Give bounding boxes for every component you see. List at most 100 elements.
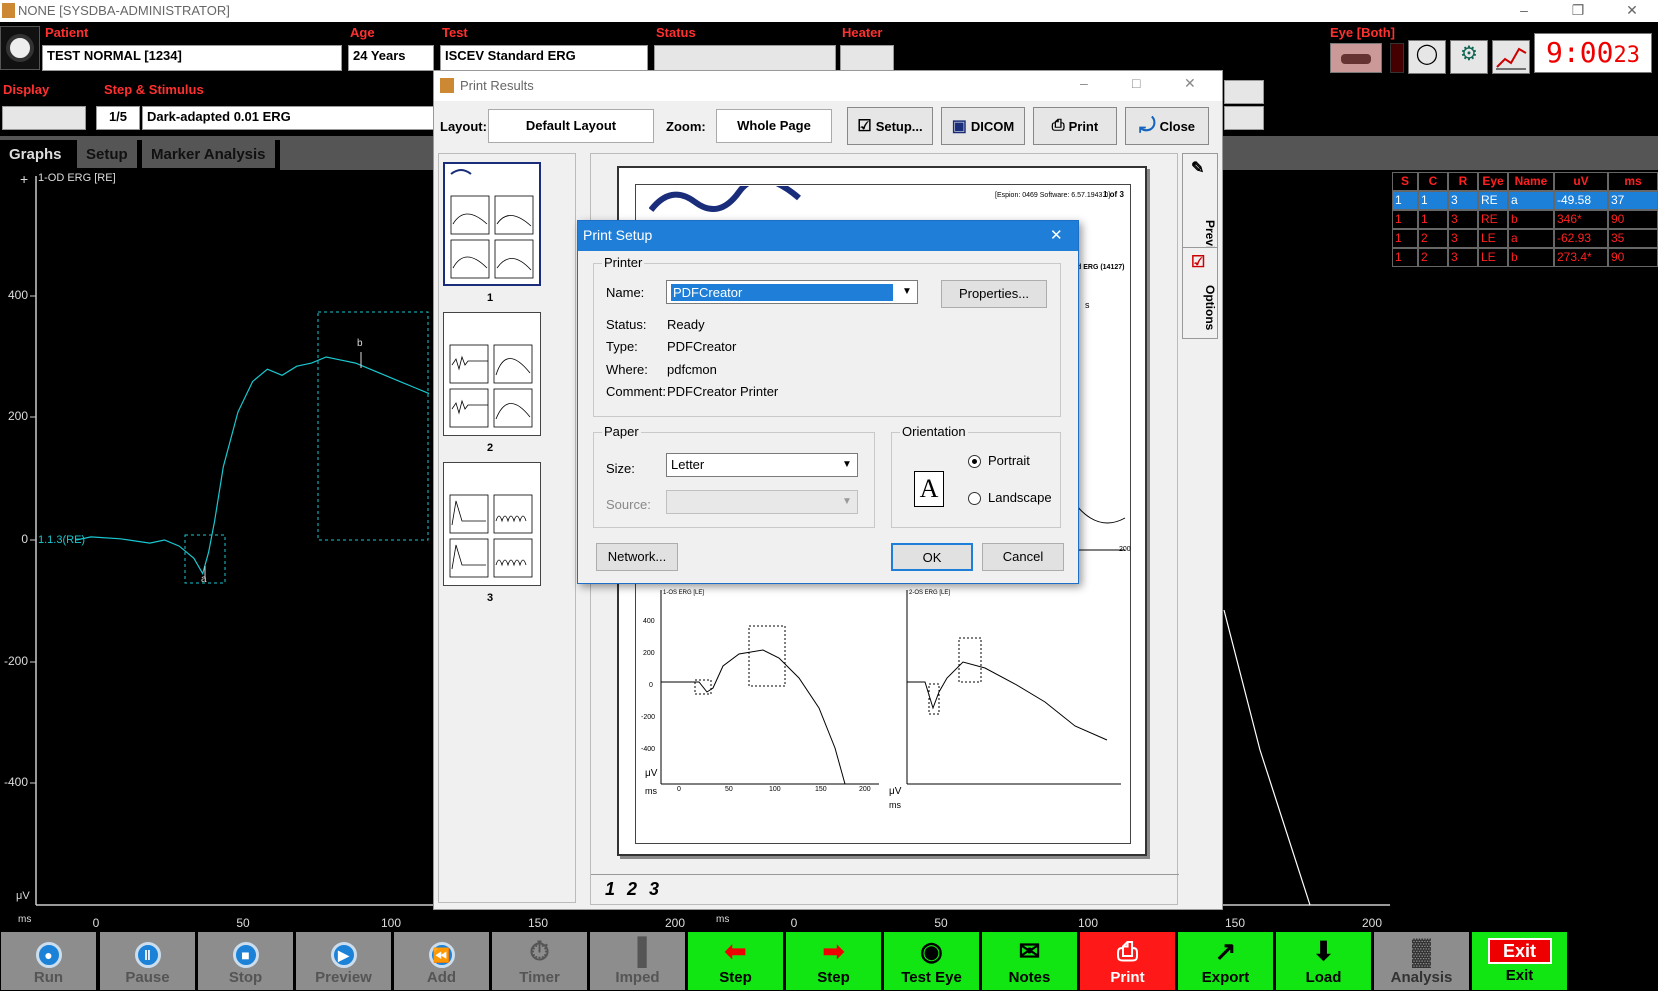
table-cell: 1 [1392,248,1418,267]
table-row[interactable]: 1 2 3 LE b 273.4* 90 [1392,248,1658,267]
tab-marker-analysis[interactable]: Marker Analysis [142,140,277,168]
network-button[interactable]: Network... [596,543,678,571]
test-eye-button[interactable]: ◉ Test Eye [883,931,980,991]
minimize-icon[interactable]: – [1080,75,1088,91]
page-x-tick: 100 [769,786,781,793]
load-button[interactable]: ⬇ Load [1275,931,1372,991]
page-upper-tick: 200 [1119,546,1131,553]
close-window-icon[interactable]: ✕ [1610,0,1654,22]
marker-a-label: a [201,574,207,585]
graph-icon[interactable] [1492,40,1530,74]
column-header[interactable]: C [1418,172,1448,191]
stop-button[interactable]: ■ Stop [197,931,294,991]
table-row[interactable]: 1 1 3 RE b 346* 90 [1392,210,1658,229]
column-header[interactable]: uV [1554,172,1608,191]
landscape-label[interactable]: Landscape [988,490,1052,505]
bottom-toolbar: ● Run ‖ Pause ■ Stop ▶ Preview ⏪ Add ⏱ Timer ▐ Imped ⬅… [0,931,1658,991]
patient-field[interactable]: TEST NORMAL [1234] [42,45,342,71]
sound-icon[interactable]: ⚙ [1450,40,1488,74]
maximize-icon[interactable]: □ [1132,75,1140,91]
step-button[interactable]: ⬅ Step [687,931,784,991]
notes-button[interactable]: ✉ Notes [981,931,1078,991]
column-header[interactable]: R [1448,172,1478,191]
tab-graphs[interactable]: Graphs [0,140,73,168]
close-icon[interactable]: ✕ [1050,226,1063,244]
pause-button[interactable]: ‖ Pause [99,931,196,991]
timer-button[interactable]: ⏱ Timer [491,931,588,991]
preview-button[interactable]: ▶ Preview [295,931,392,991]
page-thumbnail-2[interactable] [443,312,541,436]
heater-field [840,45,894,71]
ok-button[interactable]: OK [891,543,973,571]
test-field[interactable]: ISCEV Standard ERG [440,45,648,71]
orientation-group-label: Orientation [900,424,968,439]
step-label: Step [817,969,850,986]
cancel-button[interactable]: Cancel [982,543,1064,571]
page-tab-1[interactable]: 1 [605,879,615,900]
table-cell: 2 [1418,248,1448,267]
paper-size-select[interactable]: Letter ▼ [666,453,858,477]
marker-b-box[interactable] [317,311,429,541]
close-button[interactable]: ⤾ Close [1125,107,1209,145]
column-header[interactable]: Name [1508,172,1554,191]
display-field[interactable] [2,106,86,130]
page-y-tick: 0 [649,682,653,689]
column-header[interactable]: S [1392,172,1418,191]
patient-label: Patient [45,25,89,40]
printer-name-select[interactable]: PDFCreator ▼ [666,280,918,304]
page-chart-right [906,590,1121,785]
table-cell: LE [1478,229,1508,248]
run-button[interactable]: ● Run [0,931,97,991]
results-table: S C R Eye Name uV ms 1 1 3 RE a -49.58 37 1 1 3 RE… [1392,172,1658,267]
x-unit-label-2: ms [716,914,730,925]
bulb-icon[interactable]: ◯ [1408,40,1446,74]
stimulus-field[interactable]: Dark-adapted 0.01 ERG [142,106,438,130]
properties-button[interactable]: Properties... [941,280,1047,308]
export-button[interactable]: ↗ Export [1177,931,1274,991]
print-button[interactable]: ⎙ Print [1033,107,1117,145]
add-button[interactable]: ⏪ Add [393,931,490,991]
page-x-tick: 0 [677,786,681,793]
print-button-label: Print [1068,118,1099,134]
page-y-tick: -400 [641,746,656,753]
age-label: Age [350,25,375,40]
imped-button[interactable]: ▐ Imped [589,931,686,991]
y-unit-label: μV [16,890,30,902]
orientation-group: Orientation A Portrait Landscape [891,424,1061,528]
x-tick-2: 150 [1224,916,1246,930]
landscape-radio[interactable] [968,492,981,505]
layout-select[interactable]: Default Layout [488,109,654,143]
timer-icon: ⏱ [529,936,550,966]
timer-label: Timer [519,969,560,986]
analysis-button[interactable]: ▓ Analysis [1373,931,1470,991]
portrait-radio[interactable] [968,455,981,468]
exit-button[interactable]: Exit Exit [1471,931,1568,991]
y-tick: 400 [7,288,28,302]
close-icon[interactable]: ✕ [1184,75,1196,92]
portrait-label[interactable]: Portrait [988,453,1030,468]
dicom-button-label: DICOM [970,118,1015,134]
dicom-button[interactable]: ▣ DICOM [941,107,1025,145]
print-button[interactable]: ⎙ Print [1079,931,1176,991]
tab-setup[interactable]: Setup [77,140,139,168]
page-tab-2[interactable]: 2 [627,879,637,900]
setup-button[interactable]: ☑ Setup... [847,107,933,145]
x-tick-2: 50 [934,916,948,930]
zoom-select[interactable]: Whole Page [716,109,832,143]
table-row[interactable]: 1 1 3 RE a -49.58 37 [1392,191,1658,210]
table-row[interactable]: 1 2 3 LE a -62.93 35 [1392,229,1658,248]
page-thumbnail-1[interactable] [443,162,541,286]
options-tab-label: Options [1203,285,1217,331]
page-y-unit: μV [645,768,658,779]
page-thumbnail-3[interactable] [443,462,541,586]
tab-options[interactable]: ☑ Options [1182,247,1218,339]
step-button[interactable]: ➡ Step [785,931,882,991]
where-label: Where: [606,362,648,377]
indicator-light [1390,43,1404,73]
column-header[interactable]: Eye [1478,172,1508,191]
column-header[interactable]: ms [1608,172,1658,191]
restore-icon[interactable]: ❐ [1556,0,1600,22]
add-graph-icon[interactable]: + [20,171,28,187]
page-tab-3[interactable]: 3 [649,879,659,900]
minimize-icon[interactable]: – [1502,0,1546,22]
